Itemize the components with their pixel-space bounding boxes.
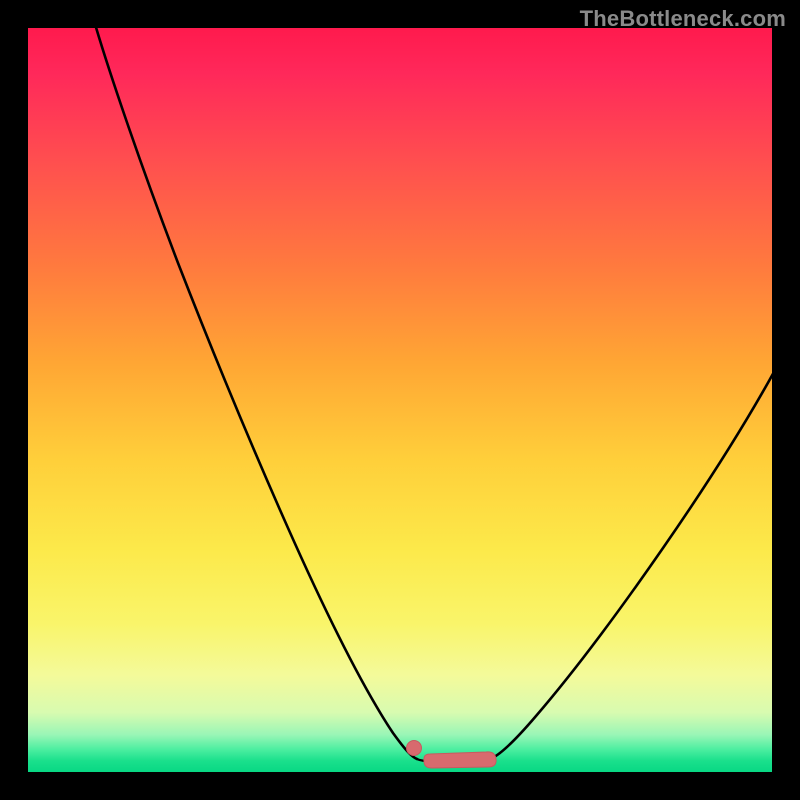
- bottleneck-curve: [28, 28, 772, 772]
- watermark-text: TheBottleneck.com: [580, 6, 786, 32]
- chart-frame: TheBottleneck.com: [0, 0, 800, 800]
- plot-area: [28, 28, 772, 772]
- valley-dot-marker: [407, 741, 422, 756]
- curve-right-branch: [490, 372, 772, 759]
- valley-capsule-marker: [424, 752, 496, 768]
- curve-left-branch: [95, 28, 417, 759]
